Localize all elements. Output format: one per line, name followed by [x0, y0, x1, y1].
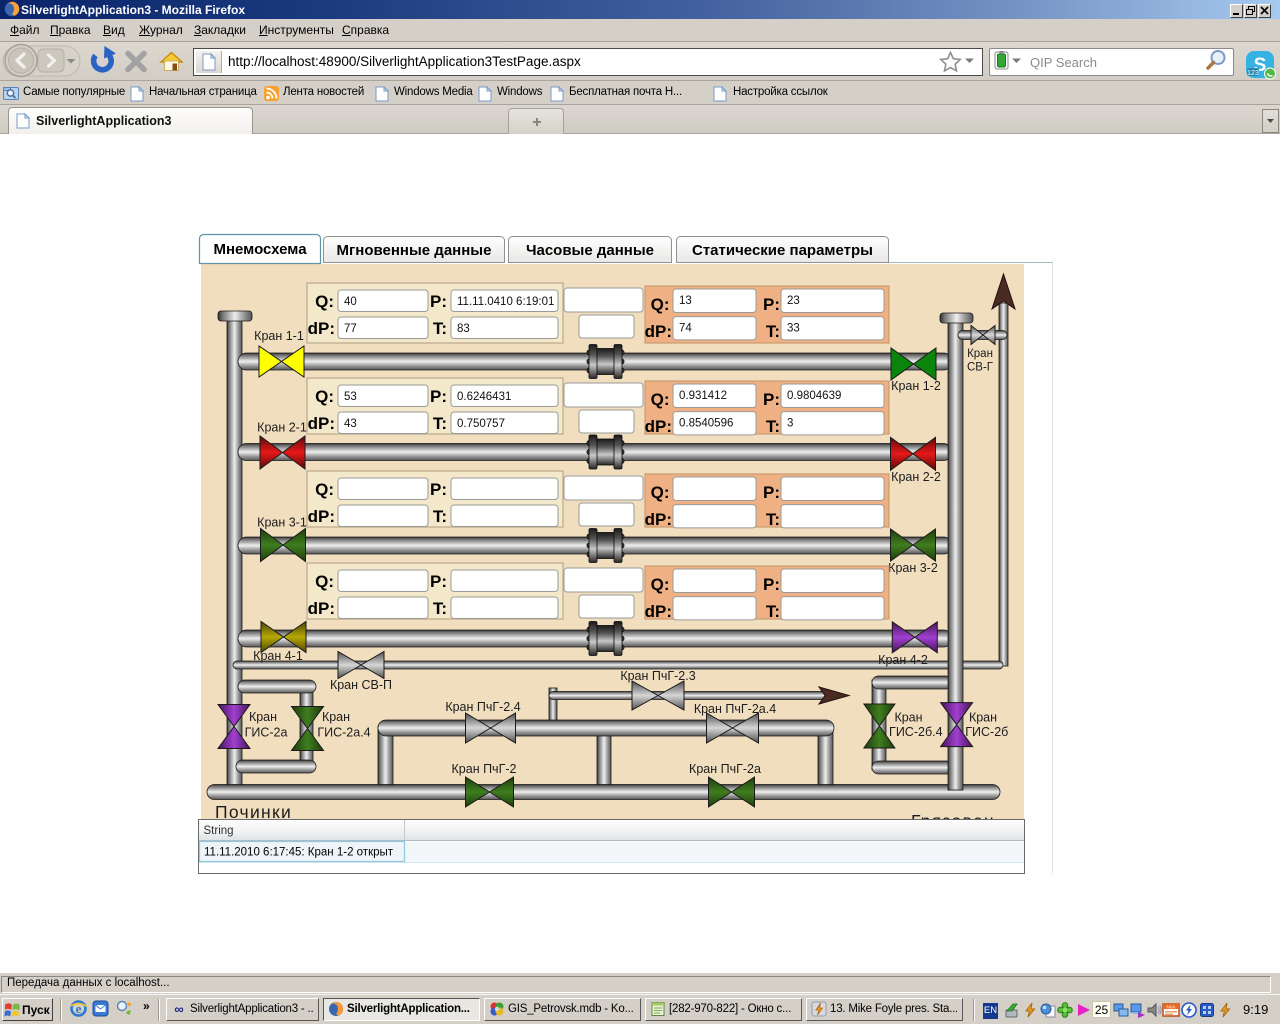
svg-text:Q:: Q:: [315, 387, 334, 406]
svg-text:dP:: dP:: [645, 602, 672, 621]
svg-text:T:: T:: [433, 507, 447, 526]
svg-text:Кран ПчГ-2.4: Кран ПчГ-2.4: [445, 700, 520, 714]
svg-text:Кран: Кран: [967, 348, 993, 360]
svg-text:Кран 3-2: Кран 3-2: [888, 561, 938, 575]
svg-text:Кран ПчГ-2.3: Кран ПчГ-2.3: [620, 669, 695, 683]
svg-text:Q:: Q:: [651, 575, 670, 594]
svg-text:Q:: Q:: [315, 292, 334, 311]
svg-text:СВ-Г: СВ-Г: [967, 362, 994, 374]
svg-text:String: String: [204, 825, 234, 837]
svg-text:Мгновенные данные: Мгновенные данные: [337, 242, 492, 259]
svg-text:dP:: dP:: [308, 319, 335, 338]
svg-text:43: 43: [344, 418, 357, 430]
svg-text:Кран: Кран: [969, 711, 997, 725]
svg-text:T:: T:: [433, 599, 447, 618]
svg-text:dP:: dP:: [308, 599, 335, 618]
svg-text:T:: T:: [766, 417, 780, 436]
svg-text:T:: T:: [766, 322, 780, 341]
svg-text:33: 33: [787, 323, 800, 335]
svg-text:Кран СВ-П: Кран СВ-П: [330, 678, 392, 692]
svg-text:Q:: Q:: [651, 390, 670, 409]
svg-text:Часовые данные: Часовые данные: [526, 242, 654, 259]
svg-text:T:: T:: [766, 602, 780, 621]
svg-text:Q:: Q:: [651, 483, 670, 502]
svg-text:dP:: dP:: [645, 417, 672, 436]
svg-text:11.11.0410 6:19:01: 11.11.0410 6:19:01: [457, 296, 554, 308]
svg-text:77: 77: [344, 323, 357, 335]
svg-text:ГИС-2а.4: ГИС-2а.4: [317, 726, 370, 740]
svg-text:Кран 4-1: Кран 4-1: [253, 649, 303, 663]
svg-text:P:: P:: [430, 387, 447, 406]
svg-text:83: 83: [457, 323, 470, 335]
svg-text:NVA: NVA: [1167, 1005, 1176, 1010]
svg-text:T:: T:: [433, 319, 447, 338]
svg-text:dP:: dP:: [308, 414, 335, 433]
svg-text:Кран ПчГ-2а.4: Кран ПчГ-2а.4: [694, 702, 776, 716]
svg-text:ГИС-2б.4: ГИС-2б.4: [889, 725, 943, 739]
svg-text:13: 13: [679, 295, 692, 307]
svg-text:3: 3: [787, 418, 793, 430]
svg-text:Q:: Q:: [651, 295, 670, 314]
svg-text:ГИС-2а: ГИС-2а: [245, 726, 288, 740]
svg-text:11.11.2010 6:17:45: Кран 1-2 о: 11.11.2010 6:17:45: Кран 1-2 открыт: [204, 847, 394, 859]
svg-text:P:: P:: [763, 575, 780, 594]
svg-text:dP:: dP:: [645, 322, 672, 341]
svg-text:Кран 2-1: Кран 2-1: [257, 421, 307, 435]
svg-text:P:: P:: [430, 572, 447, 591]
svg-text:Кран 1-2: Кран 1-2: [891, 379, 941, 393]
svg-text:74: 74: [679, 323, 692, 335]
svg-text:53: 53: [344, 391, 357, 403]
svg-text:123: 123: [1247, 70, 1259, 77]
svg-text:ГИС-2б: ГИС-2б: [965, 725, 1008, 739]
svg-text:Статические параметры: Статические параметры: [692, 242, 873, 259]
svg-text:0.750757: 0.750757: [457, 418, 505, 430]
svg-text:Мнемосхема: Мнемосхема: [213, 241, 307, 258]
svg-text:40: 40: [344, 296, 357, 308]
svg-text:Кран ПчГ-2: Кран ПчГ-2: [452, 762, 517, 776]
svg-text:Кран: Кран: [894, 711, 922, 725]
svg-text:0.931412: 0.931412: [679, 390, 727, 402]
svg-text:Кран 4-2: Кран 4-2: [878, 653, 928, 667]
svg-text:Кран ПчГ-2а: Кран ПчГ-2а: [689, 762, 761, 776]
svg-text:dP:: dP:: [308, 507, 335, 526]
svg-text:Кран: Кран: [249, 710, 277, 724]
svg-text:23: 23: [787, 295, 800, 307]
svg-text:Кран: Кран: [322, 710, 350, 724]
svg-text:P:: P:: [430, 480, 447, 499]
svg-text:T:: T:: [433, 414, 447, 433]
svg-text:Кран 1-1: Кран 1-1: [254, 329, 304, 343]
svg-text:0.6246431: 0.6246431: [457, 391, 511, 403]
svg-text:Кран 2-2: Кран 2-2: [891, 470, 941, 484]
svg-text:dP:: dP:: [645, 510, 672, 529]
svg-text:P:: P:: [763, 390, 780, 409]
svg-text:0.9804639: 0.9804639: [787, 390, 841, 402]
svg-text:P:: P:: [430, 292, 447, 311]
svg-text:Q:: Q:: [315, 480, 334, 499]
svg-text:Кран 3-1: Кран 3-1: [257, 516, 307, 530]
svg-text:P:: P:: [763, 483, 780, 502]
svg-text:∞: ∞: [174, 1002, 183, 1017]
svg-text:Q:: Q:: [315, 572, 334, 591]
svg-text:T:: T:: [766, 510, 780, 529]
svg-text:0.8540596: 0.8540596: [679, 418, 733, 430]
svg-text:P:: P:: [763, 295, 780, 314]
